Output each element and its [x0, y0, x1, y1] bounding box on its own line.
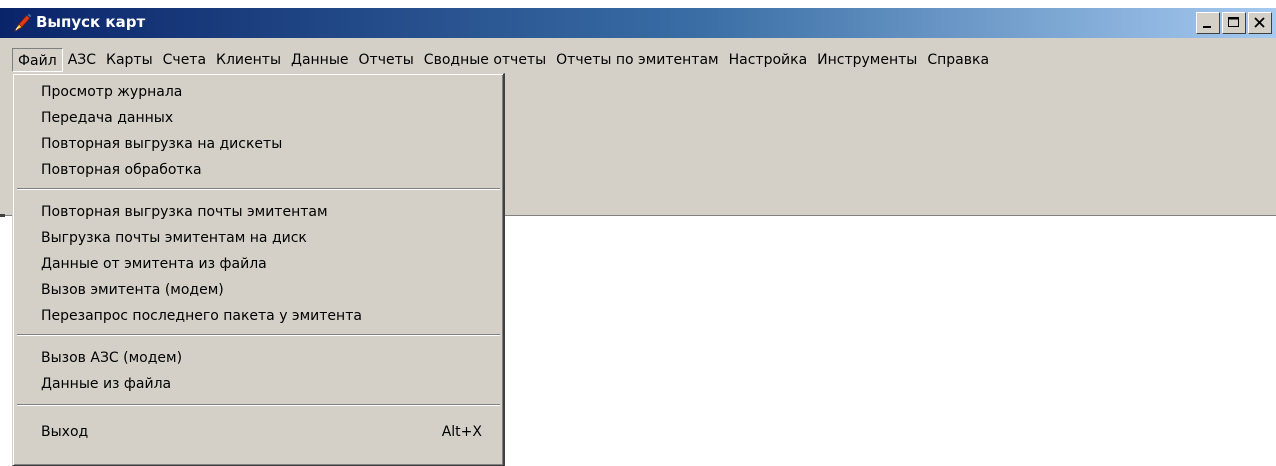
caption-buttons: [1196, 12, 1272, 34]
menu-exit[interactable]: Выход Alt+X: [15, 419, 502, 445]
close-button[interactable]: [1248, 12, 1272, 34]
menu-settings[interactable]: Настройка: [724, 48, 813, 72]
menu-call-azs-modem[interactable]: Вызов АЗС (модем): [15, 345, 502, 371]
title-bar[interactable]: Выпуск карт: [0, 8, 1276, 38]
menu-azs[interactable]: АЗС: [63, 48, 101, 72]
menu-issuer-data-from-file[interactable]: Данные от эмитента из файла: [15, 251, 502, 277]
menu-call-issuer-modem[interactable]: Вызов эмитента (модем): [15, 277, 502, 303]
window-title: Выпуск карт: [36, 13, 146, 31]
menu-export-issuer-mail-disk[interactable]: Выгрузка почты эмитентам на диск: [15, 225, 502, 251]
menu-help[interactable]: Справка: [922, 48, 994, 72]
menu-data-from-file[interactable]: Данные из файла: [15, 371, 502, 397]
menu-accounts[interactable]: Счета: [158, 48, 211, 72]
menu-exit-shortcut: Alt+X: [441, 424, 482, 440]
menu-file[interactable]: Файл: [12, 48, 63, 72]
menu-data[interactable]: Данные: [286, 48, 354, 72]
maximize-icon: [1228, 17, 1239, 27]
menu-exit-label: Выход: [41, 424, 89, 440]
menu-reprocess[interactable]: Повторная обработка: [15, 157, 502, 183]
pen-flame-icon: [12, 11, 34, 33]
menu-cards[interactable]: Карты: [101, 48, 158, 72]
minimize-button[interactable]: [1196, 12, 1220, 34]
menu-reexport-floppy[interactable]: Повторная выгрузка на дискеты: [15, 131, 502, 157]
client-edge: [0, 214, 5, 217]
menu-summary-reports[interactable]: Сводные отчеты: [419, 48, 551, 72]
menu-separator: [17, 188, 500, 190]
menu-reexport-issuer-mail[interactable]: Повторная выгрузка почты эмитентам: [15, 199, 502, 225]
menu-tools[interactable]: Инструменты: [812, 48, 922, 72]
minimize-icon: [1203, 26, 1211, 28]
menu-bar: Файл АЗС Карты Счета Клиенты Данные Отче…: [0, 48, 1276, 72]
menu-view-log[interactable]: Просмотр журнала: [15, 79, 502, 105]
menu-issuer-reports[interactable]: Отчеты по эмитентам: [551, 48, 723, 72]
menu-separator: [17, 334, 500, 336]
maximize-button[interactable]: [1222, 12, 1246, 34]
menu-clients[interactable]: Клиенты: [211, 48, 286, 72]
menu-reports[interactable]: Отчеты: [354, 48, 419, 72]
close-icon: [1254, 17, 1265, 28]
menu-data-transfer[interactable]: Передача данных: [15, 105, 502, 131]
file-menu-dropdown: Просмотр журнала Передача данных Повторн…: [12, 73, 505, 466]
menu-rerequest-last-packet[interactable]: Перезапрос последнего пакета у эмитента: [15, 303, 502, 329]
menu-separator: [17, 404, 500, 406]
main-window: Выпуск карт Файл АЗС Карты Счета Клиенты…: [0, 0, 1276, 466]
